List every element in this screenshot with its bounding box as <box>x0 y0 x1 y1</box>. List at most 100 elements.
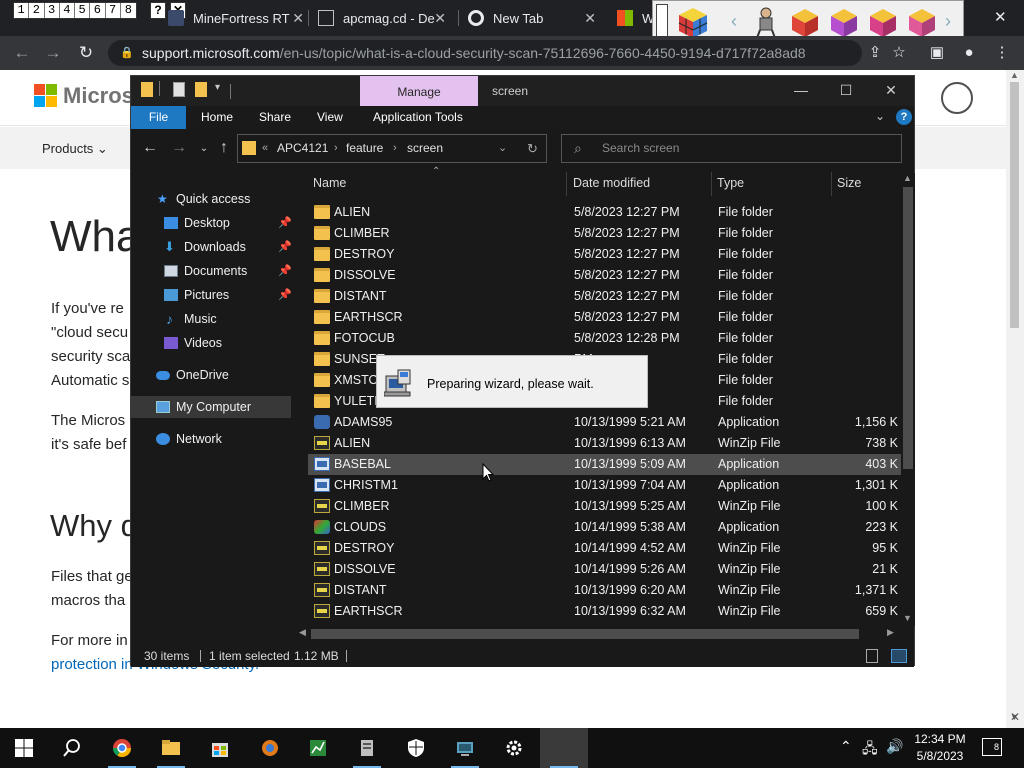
taskbar-app-computer[interactable] <box>441 728 489 768</box>
file-row[interactable]: FOTOCUB 5/8/2023 12:28 PM File folder <box>308 328 901 349</box>
scroll-thumb[interactable] <box>903 187 913 469</box>
file-row[interactable]: DISSOLVE 5/8/2023 12:27 PM File folder <box>308 265 901 286</box>
number-button-1[interactable]: 1 <box>14 3 30 18</box>
taskbar-chrome[interactable] <box>98 728 146 768</box>
file-row[interactable]: BASEBAL 10/13/1999 5:09 AM Application 403 … <box>308 454 901 475</box>
tab-close-icon[interactable]: ✕ <box>292 10 304 27</box>
column-divider[interactable] <box>711 172 712 196</box>
ribbon-expand-chevron-icon[interactable]: ⌄ <box>875 109 885 123</box>
microsoft-logo-icon[interactable] <box>34 84 57 107</box>
nav-item-onedrive[interactable]: OneDrive <box>131 364 291 386</box>
chevron-left-icon[interactable]: ‹ <box>731 11 737 32</box>
scroll-thumb[interactable] <box>311 629 859 639</box>
nav-item-desktop[interactable]: Desktop 📌 <box>131 212 292 234</box>
tab-application-tools[interactable]: Application Tools <box>373 106 463 129</box>
maximize-icon[interactable]: ☐ <box>831 82 861 99</box>
taskbar-app-globe[interactable] <box>246 728 294 768</box>
tab-manage[interactable]: Manage <box>360 76 478 106</box>
breadcrumb-separator-icon[interactable]: › <box>393 135 397 162</box>
window-close-icon[interactable]: ✕ <box>994 8 1007 26</box>
red-cube-icon[interactable] <box>787 6 823 40</box>
large-icons-view-icon[interactable] <box>891 649 907 663</box>
column-size[interactable]: Size <box>837 176 861 190</box>
share-icon[interactable]: ⇪ <box>864 42 886 64</box>
taskbar-app-document[interactable] <box>343 728 391 768</box>
magenta-cube-icon[interactable] <box>865 6 901 40</box>
pin-icon[interactable]: 📌 <box>278 284 292 306</box>
taskbar-clock[interactable]: 12:34 PM 5/8/2023 <box>910 731 970 765</box>
number-button-6[interactable]: 6 <box>90 3 106 18</box>
column-divider[interactable] <box>566 172 567 196</box>
tab-minefortress[interactable]: MineFortress RT ✕ <box>168 0 308 36</box>
number-button-8[interactable]: 8 <box>121 3 136 18</box>
file-row[interactable]: ADAMS95 10/13/1999 5:21 AM Application 1,15… <box>308 412 901 433</box>
forward-arrow-icon[interactable]: → <box>169 139 189 157</box>
address-prefix[interactable]: « <box>262 135 268 162</box>
file-row[interactable]: CLIMBER 10/13/1999 5:25 AM WinZip File 100 … <box>308 496 901 517</box>
tab-close-icon[interactable]: ✕ <box>584 10 596 27</box>
taskbar-file-explorer[interactable] <box>147 728 195 768</box>
pink-cube-icon[interactable] <box>904 6 940 40</box>
scroll-right-icon[interactable]: ▶ <box>887 627 894 638</box>
file-row[interactable]: DESTROY 10/14/1999 4:52 AM WinZip File 95 K <box>308 538 901 559</box>
nav-item-downloads[interactable]: ⬇ Downloads 📌 <box>131 236 292 258</box>
address-dropdown-chevron-icon[interactable]: ⌄ <box>498 135 507 162</box>
minimize-icon[interactable]: — <box>786 82 816 98</box>
refresh-icon[interactable]: ↻ <box>527 135 538 162</box>
breadcrumb-separator-icon[interactable]: › <box>334 135 338 162</box>
page-close-icon[interactable]: ✕ <box>1010 710 1020 724</box>
nav-item-quick-access[interactable]: ★ Quick access <box>131 188 291 210</box>
tab-microsoft[interactable]: W <box>617 0 657 36</box>
bookmark-star-icon[interactable]: ☆ <box>888 42 910 64</box>
column-name[interactable]: Name <box>313 176 346 190</box>
tab-apcmag[interactable]: apcmag.cd - De ✕ <box>318 0 458 36</box>
taskbar-security[interactable] <box>392 728 440 768</box>
back-arrow-icon[interactable]: ← <box>140 139 160 157</box>
pin-icon[interactable]: 📌 <box>278 236 292 258</box>
figure-icon[interactable] <box>748 6 784 40</box>
purple-cube-icon[interactable] <box>826 6 862 40</box>
volume-icon[interactable]: 🔊 <box>886 738 903 755</box>
qat-dropdown-icon[interactable]: ▾ <box>215 82 225 97</box>
scroll-thumb[interactable] <box>1010 82 1019 328</box>
recent-locations-chevron-icon[interactable]: ⌄ <box>194 143 214 154</box>
breadcrumb-feature[interactable]: feature <box>346 135 383 162</box>
number-button-3[interactable]: 3 <box>45 3 60 18</box>
nav-item-videos[interactable]: Videos <box>131 332 291 354</box>
file-row[interactable]: EARTHSCR 5/8/2023 12:27 PM File folder <box>308 307 901 328</box>
show-hidden-icons-chevron-icon[interactable]: ⌃ <box>840 738 852 755</box>
nav-item-pictures[interactable]: Pictures 📌 <box>131 284 292 306</box>
scroll-up-icon[interactable]: ▲ <box>1010 70 1019 80</box>
details-view-icon[interactable] <box>866 649 878 663</box>
file-row[interactable]: EARTHSCR 10/13/1999 6:32 AM WinZip File 659… <box>308 601 901 622</box>
rubiks-cube-icon[interactable] <box>675 6 711 40</box>
menu-kebab-icon[interactable]: ⋮ <box>991 42 1013 64</box>
help-icon[interactable]: ? <box>896 109 912 125</box>
taskbar-active-window[interactable] <box>540 728 588 768</box>
nav-item-network[interactable]: Network <box>131 428 291 450</box>
tab-new-tab[interactable]: New Tab ✕ <box>468 0 608 36</box>
tab-close-icon[interactable]: ✕ <box>434 10 446 27</box>
file-row[interactable]: ALIEN 5/8/2023 12:27 PM File folder <box>308 202 901 223</box>
number-button-2[interactable]: 2 <box>29 3 45 18</box>
nav-item-my-computer[interactable]: My Computer <box>131 396 291 418</box>
file-row[interactable]: DISSOLVE 10/14/1999 5:26 AM WinZip File 21 … <box>308 559 901 580</box>
column-divider[interactable] <box>831 172 832 196</box>
scroll-up-icon[interactable]: ▲ <box>903 173 912 183</box>
nav-item-music[interactable]: ♪ Music <box>131 308 291 330</box>
taskbar-app-chart[interactable] <box>294 728 342 768</box>
file-list-vertical-scrollbar[interactable]: ▲ ▼ <box>901 173 915 626</box>
taskbar-store[interactable] <box>196 728 244 768</box>
file-row[interactable]: DESTROY 5/8/2023 12:27 PM File folder <box>308 244 901 265</box>
number-button-4[interactable]: 4 <box>60 3 75 18</box>
breadcrumb-screen[interactable]: screen <box>407 135 443 162</box>
breadcrumb-apc4121[interactable]: APC4121 <box>277 135 328 162</box>
back-arrow-icon[interactable]: ← <box>11 42 33 64</box>
file-row[interactable]: CLOUDS 10/14/1999 5:38 AM Application 223 K <box>308 517 901 538</box>
url-bar[interactable]: 🔒 support.microsoft.com/en-us/topic/what… <box>108 40 862 66</box>
start-button[interactable] <box>0 728 48 768</box>
taskbar-settings[interactable] <box>490 728 538 768</box>
number-button-7[interactable]: 7 <box>106 3 121 18</box>
up-arrow-icon[interactable]: ↑ <box>214 139 234 157</box>
new-folder-icon[interactable] <box>195 82 207 97</box>
